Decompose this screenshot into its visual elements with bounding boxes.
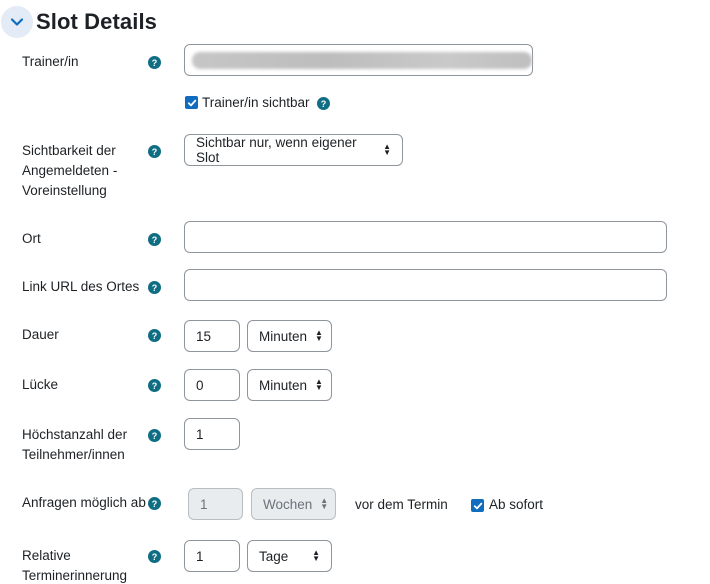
duration-unit-select[interactable]: Minuten ▲ ▼	[247, 320, 332, 352]
help-icon[interactable]: ?	[317, 97, 330, 110]
visibility-select[interactable]: Sichtbar nur, wenn eigener Slot ▲ ▼	[184, 134, 403, 166]
visibility-label-line: Voreinstellung	[22, 183, 107, 198]
immediately-checkbox[interactable]	[471, 499, 484, 512]
help-icon[interactable]: ?	[148, 429, 161, 442]
location-url-label: Link URL des Ortes	[22, 279, 140, 294]
max-participants-label-line: Teilnehmer/innen	[22, 447, 125, 462]
help-icon[interactable]: ?	[148, 233, 161, 246]
reminder-unit-select[interactable]: Tage ▲ ▼	[247, 540, 332, 572]
gap-unit-value: Minuten	[259, 377, 308, 393]
requests-from-label: Anfragen möglich ab	[22, 495, 146, 510]
max-participants-label: Höchstanzahl der Teilnehmer/innen	[22, 425, 127, 465]
help-icon[interactable]: ?	[148, 550, 161, 563]
sort-caret-icon: ▲ ▼	[312, 548, 320, 563]
trainer-visible-checkbox[interactable]	[185, 96, 198, 109]
gap-unit-select[interactable]: Minuten ▲ ▼	[247, 369, 332, 401]
reminder-unit-value: Tage	[259, 548, 289, 564]
sort-caret-icon: ▲ ▼	[315, 328, 323, 343]
gap-input[interactable]: 0	[184, 369, 240, 401]
location-input[interactable]	[184, 221, 667, 253]
duration-label: Dauer	[22, 327, 59, 342]
chevron-down-icon	[10, 18, 24, 26]
immediately-label: Ab sofort	[489, 497, 544, 512]
sort-caret-icon: ▲ ▼	[315, 377, 323, 392]
check-icon	[473, 502, 482, 509]
help-icon[interactable]: ?	[148, 497, 161, 510]
reminder-label-line: Terminerinnerung	[22, 568, 128, 583]
section-title: Slot Details	[36, 9, 158, 34]
reminder-input[interactable]: 1	[184, 540, 240, 572]
reminder-label: Relative Terminerinnerung	[22, 546, 127, 584]
trainer-label: Trainer/in	[22, 54, 79, 69]
duration-input[interactable]: 15	[184, 320, 240, 352]
check-icon	[187, 99, 196, 106]
gap-label: Lücke	[22, 377, 59, 392]
visibility-label: Sichtbarkeit der Angemeldeten - Voreinst…	[22, 141, 117, 201]
visibility-label-line: Sichtbarkeit der	[22, 143, 116, 158]
visibility-label-line: Angemeldeten -	[22, 163, 118, 178]
requests-from-suffix: vor dem Termin	[355, 497, 448, 512]
help-icon[interactable]: ?	[148, 379, 161, 392]
reminder-label-line: Relative	[22, 548, 71, 563]
requests-from-unit-value: Wochen	[263, 496, 313, 512]
requests-from-input[interactable]: 1	[188, 488, 243, 520]
help-icon[interactable]: ?	[148, 329, 161, 342]
max-participants-label-line: Höchstanzahl der	[22, 427, 128, 442]
location-label: Ort	[22, 231, 41, 246]
collapse-toggle-button[interactable]	[1, 6, 33, 38]
redacted-trainer-value	[192, 52, 532, 69]
sort-caret-icon: ▲ ▼	[383, 142, 391, 157]
requests-from-unit-select[interactable]: Wochen ▲ ▼	[251, 488, 336, 520]
trainer-visible-label: Trainer/in sichtbar	[202, 95, 310, 110]
help-icon[interactable]: ?	[148, 56, 161, 69]
help-icon[interactable]: ?	[148, 281, 161, 294]
help-icon[interactable]: ?	[148, 145, 161, 158]
section-header: Slot Details	[0, 4, 157, 40]
visibility-select-value: Sichtbar nur, wenn eigener Slot	[196, 135, 357, 165]
sort-caret-icon: ▲ ▼	[320, 496, 329, 511]
location-url-input[interactable]	[184, 269, 667, 301]
duration-unit-value: Minuten	[259, 328, 308, 344]
max-participants-input[interactable]: 1	[184, 418, 240, 450]
